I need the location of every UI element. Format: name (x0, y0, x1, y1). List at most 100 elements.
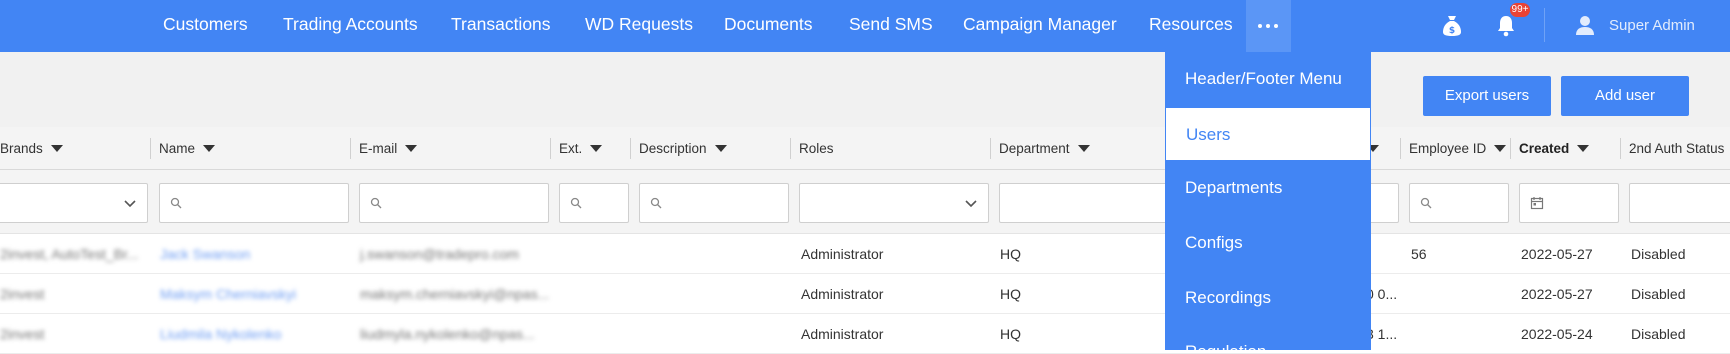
nav-campaign-manager[interactable]: Campaign Manager (963, 0, 1117, 52)
column-header-employee-id[interactable]: Employee ID (1409, 127, 1507, 170)
cell-brands: 2invest (0, 286, 45, 302)
search-icon (1420, 197, 1432, 209)
cell-department: HQ (1000, 286, 1021, 302)
column-label: Description (639, 141, 707, 156)
sort-caret-icon (203, 145, 216, 152)
cell-brands: 2invest, AutoTest_Br... (0, 246, 139, 262)
cell-name-link[interactable]: Liudmila Nykolenko (160, 314, 345, 354)
description-filter-input[interactable] (639, 183, 789, 223)
column-header-ext[interactable]: Ext. (559, 127, 603, 170)
cell-description (640, 314, 780, 354)
search-icon (570, 197, 582, 209)
column-header-department[interactable]: Department (999, 127, 1090, 170)
menu-item-header-footer-menu[interactable]: Header/Footer Menu (1165, 52, 1371, 106)
column-header-2nd-auth-status[interactable]: 2nd Auth Status (1629, 127, 1724, 170)
column-header-created[interactable]: Created (1519, 127, 1590, 170)
table-row[interactable]: 2invest Liudmila Nykolenko liudmyla.nyko… (0, 314, 1730, 354)
cell-auth-status: Disabled (1631, 246, 1686, 262)
column-divider (790, 138, 791, 159)
sort-caret-icon (405, 145, 418, 152)
add-user-button[interactable]: Add user (1561, 76, 1689, 116)
nav-customers[interactable]: Customers (163, 0, 248, 52)
nav-send-sms[interactable]: Send SMS (849, 0, 933, 52)
roles-filter-select[interactable] (799, 183, 989, 223)
navbar-divider (1544, 8, 1545, 42)
table-header: Brands Name E-mail Ext. Description Role… (0, 127, 1730, 170)
cell-description (640, 274, 780, 314)
nav-trading-accounts[interactable]: Trading Accounts (283, 0, 418, 52)
cell-brands: 2invest (0, 326, 45, 342)
column-label: Roles (799, 141, 834, 156)
column-divider (150, 138, 151, 159)
menu-item-recordings[interactable]: Recordings (1165, 271, 1371, 325)
cell-employee-id (1411, 274, 1506, 314)
cell-hidden: 3 1... (1366, 326, 1398, 342)
chevron-down-icon (124, 200, 136, 208)
table-row[interactable]: 2invest, AutoTest_Br... Jack Swanson j.s… (0, 234, 1730, 274)
cell-roles: Administrator (801, 286, 884, 302)
sort-caret-icon (714, 145, 727, 152)
menu-item-users[interactable]: Users (1165, 107, 1371, 161)
table-row[interactable]: 2invest Maksym Cherniavskyi maksym.chern… (0, 274, 1730, 314)
sort-caret-icon (50, 145, 63, 152)
cell-ext (560, 274, 620, 314)
cell-name-link[interactable]: Maksym Cherniavskyi (160, 274, 345, 314)
cell-department: HQ (1000, 246, 1021, 262)
cell-email: maksym.cherniavskyi@npas... (360, 286, 550, 302)
column-header-description[interactable]: Description (639, 127, 727, 170)
column-divider (350, 138, 351, 159)
user-name[interactable]: Super Admin (1609, 0, 1695, 52)
cell-hidden: 0 0... (1366, 286, 1398, 302)
column-divider (630, 138, 631, 159)
column-header-brands[interactable]: Brands (0, 127, 63, 170)
column-label: Ext. (559, 141, 583, 156)
search-icon (370, 197, 382, 209)
cell-created: 2022-05-24 (1521, 326, 1593, 342)
column-label: Brands (0, 141, 43, 156)
column-header-roles[interactable]: Roles (799, 127, 834, 170)
menu-item-regulation[interactable]: Regulation (1165, 325, 1371, 350)
cell-employee-id (1411, 314, 1506, 354)
sort-caret-icon (1577, 145, 1590, 152)
cell-ext (560, 234, 620, 274)
cell-created: 2022-05-27 (1521, 286, 1593, 302)
sort-caret-icon (1494, 145, 1507, 152)
column-label: Name (159, 141, 196, 156)
nav-transactions[interactable]: Transactions (451, 0, 551, 52)
calendar-icon (1530, 197, 1544, 210)
user-avatar-icon[interactable] (1574, 0, 1596, 52)
cell-hidden (1366, 234, 1406, 274)
cell-roles: Administrator (801, 246, 884, 262)
column-header-email[interactable]: E-mail (359, 127, 418, 170)
more-dots-icon-part (1274, 24, 1278, 28)
cell-roles: Administrator (801, 326, 884, 342)
column-divider (550, 138, 551, 159)
nav-documents[interactable]: Documents (724, 0, 813, 52)
notification-badge: 99+ (1510, 3, 1530, 17)
ext-filter-input[interactable] (559, 183, 629, 223)
export-users-button[interactable]: Export users (1423, 76, 1551, 116)
department-filter-select[interactable] (999, 183, 1189, 223)
column-header-name[interactable]: Name (159, 127, 216, 170)
nav-wd-requests[interactable]: WD Requests (585, 0, 693, 52)
email-filter-input[interactable] (359, 183, 549, 223)
nav-resources[interactable]: Resources (1149, 0, 1233, 52)
auth-status-filter-select[interactable] (1629, 183, 1730, 223)
chevron-down-icon (965, 200, 977, 208)
created-date-filter-input[interactable] (1519, 183, 1619, 223)
column-label: 2nd Auth Status (1629, 141, 1725, 156)
employee-id-filter-input[interactable] (1409, 183, 1509, 223)
column-divider (1510, 138, 1511, 159)
menu-item-departments[interactable]: Departments (1165, 161, 1371, 215)
money-bag-icon[interactable]: $ (1440, 0, 1464, 52)
cell-name-link[interactable]: Jack Swanson (160, 234, 345, 274)
brands-filter-select[interactable] (0, 183, 148, 223)
cell-email: liudmyla.nykolenko@npas... (360, 326, 535, 342)
more-dots-icon (1258, 24, 1262, 28)
name-filter-input[interactable] (159, 183, 349, 223)
search-icon (170, 197, 182, 209)
menu-item-configs[interactable]: Configs (1165, 216, 1371, 270)
cell-description (640, 234, 780, 274)
search-icon (650, 197, 662, 209)
more-menu-button[interactable] (1246, 0, 1291, 52)
